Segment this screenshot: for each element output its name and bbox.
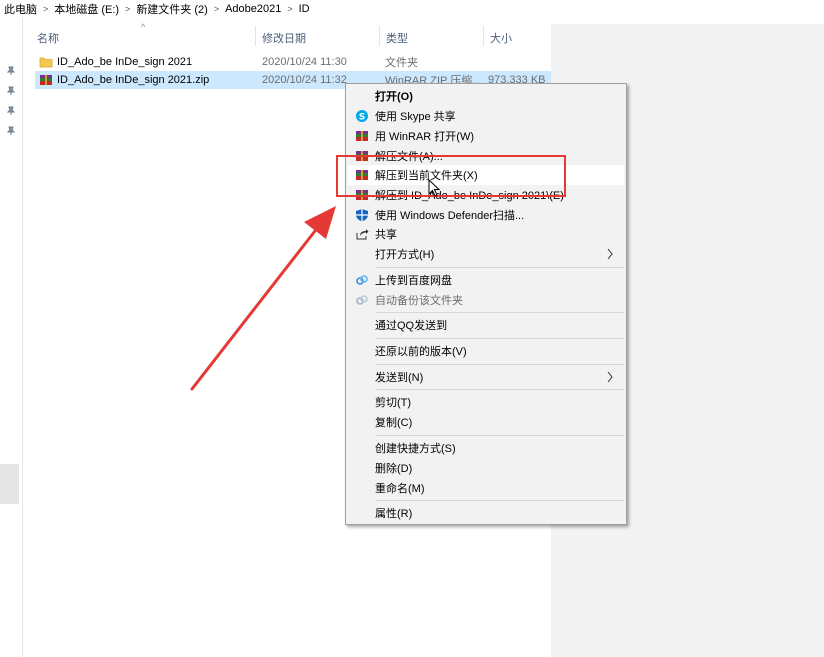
annotation-arrow-icon bbox=[190, 206, 336, 391]
